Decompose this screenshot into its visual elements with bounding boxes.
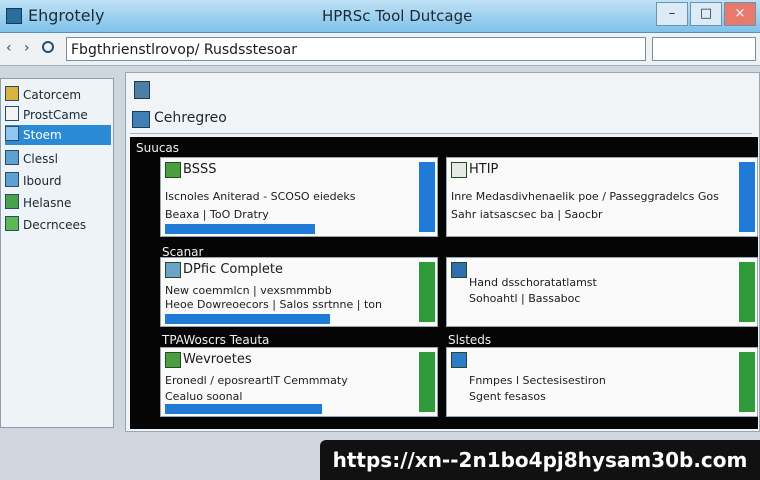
status-icon [451,262,467,278]
tool-icon [134,81,150,99]
card-line: Iscnoles Aniterad - SCOSO eiedeks [165,190,356,203]
close-button[interactable]: × [724,2,756,26]
page-title: Cehregreo [154,110,227,126]
card-title: HTIP [469,162,499,177]
status-icon [165,352,181,368]
sidebar: Catorcem ProstCame Stoem Clessl Ibourd H… [0,78,114,428]
monitor-icon [5,172,19,187]
sidebar-item-label: Clessl [23,152,58,166]
card-line: Hand dsschoratatlamst [469,276,597,289]
status-bar [419,162,435,232]
sidebar-item-label: Ibourd [23,174,62,188]
document-icon [5,106,19,121]
card-line: Inre Medasdivhenaelik poe / Passeggradel… [451,190,719,203]
device-icon [5,216,19,231]
title-bar: Ehgrotely HPRSc Tool Dutcage – □ × [0,0,760,33]
progress-bar [165,404,322,414]
panel-label: Suucas [136,141,180,155]
sidebar-item-stoem[interactable]: Stoem [5,125,111,145]
sidebar-item-label: Stoem [23,128,62,142]
result-card[interactable]: BSSS Iscnoles Aniterad - SCOSO eiedeks B… [160,157,438,237]
maximize-button[interactable]: □ [690,2,722,26]
card-line: Sgent fesasos [469,390,546,403]
card-title: Wevroetes [183,352,252,367]
drive-icon [5,126,19,141]
progress-bar [165,224,315,234]
card-line: New coemmlcn | vexsmmmbb [165,284,332,297]
card-line: Heoe Dowreoecors | Salos ssrtnne | ton [165,298,382,311]
result-card[interactable]: Hand dsschoratatlamst Sohoahtl | Bassabo… [446,257,758,327]
status-bar [739,262,755,322]
app-icon [6,8,22,24]
result-card[interactable]: HTIP Inre Medasdivhenaelik poe / Passegg… [446,157,758,237]
status-bar [419,262,435,322]
chart-icon [5,194,19,209]
window-left-title: Ehgrotely [28,6,105,25]
forward-button[interactable]: › [24,40,30,56]
result-card[interactable]: DPfic Complete New coemmlcn | vexsmmmbb … [160,257,438,327]
section-label: TPAWoscrs Teauta [162,333,270,347]
main-pane: Cehregreo Suucas BSSS Iscnoles Aniterad … [125,72,760,432]
sidebar-item-label: ProstCame [23,108,88,122]
status-icon [451,162,467,178]
card-line: Eronedl / eposreartlT Cemmmaty [165,374,348,387]
watermark-url: https://xn--2n1bo4pj8hysam30b.com [320,440,760,480]
sidebar-item-label: Decrncees [23,218,87,232]
back-button[interactable]: ‹ [6,40,12,56]
section-label: Slsteds [448,333,492,347]
sidebar-item-label: Helasne [23,196,72,210]
status-icon [165,162,181,178]
folder-icon [5,86,19,101]
address-toolbar: ‹ › Fbgthrienstlrovop/ Rusdsstesoar [0,33,760,66]
card-title: BSSS [183,162,217,177]
status-bar [739,352,755,412]
section-heading: Cehregreo [130,107,752,134]
search-field[interactable] [652,37,756,61]
sidebar-item-helasne[interactable]: Helasne [5,193,111,213]
sidebar-item-label: Catorcem [23,88,82,102]
result-card[interactable]: Wevroetes Eronedl / eposreartlT Cemmmaty… [160,347,438,417]
result-card[interactable]: Fnmpes l Sectesisestiron Sgent fesasos [446,347,758,417]
card-line: Sohoahtl | Bassaboc [469,292,581,305]
card-line: Sahr iatsascsec ba | Saocbr [451,208,603,221]
sidebar-item-decrncees[interactable]: Decrncees [5,215,111,235]
minimize-button[interactable]: – [656,2,688,26]
status-icon [165,262,181,278]
list-icon [5,150,19,165]
window-title: HPRSc Tool Dutcage [322,7,473,25]
status-bar [419,352,435,412]
sidebar-item-clessl[interactable]: Clessl [5,149,111,169]
results-panel: Suucas BSSS Iscnoles Aniterad - SCOSO ei… [130,137,758,429]
card-title: DPfic Complete [183,262,283,277]
card-line: Beaxa | ToO Dratry [165,208,269,221]
sidebar-item-catorcem[interactable]: Catorcem [5,85,111,105]
arrow-icon [451,352,467,368]
refresh-icon[interactable] [42,41,54,53]
card-line: Cealuo soonal [165,390,243,403]
status-bar [739,162,755,232]
window-controls: – □ × [656,2,756,26]
card-line: Fnmpes l Sectesisestiron [469,374,606,387]
sidebar-item-ibourd[interactable]: Ibourd [5,171,111,191]
sidebar-item-prostcame[interactable]: ProstCame [5,105,111,125]
category-icon [132,111,150,128]
address-field[interactable]: Fbgthrienstlrovop/ Rusdsstesoar [66,37,646,61]
progress-bar [165,314,330,324]
